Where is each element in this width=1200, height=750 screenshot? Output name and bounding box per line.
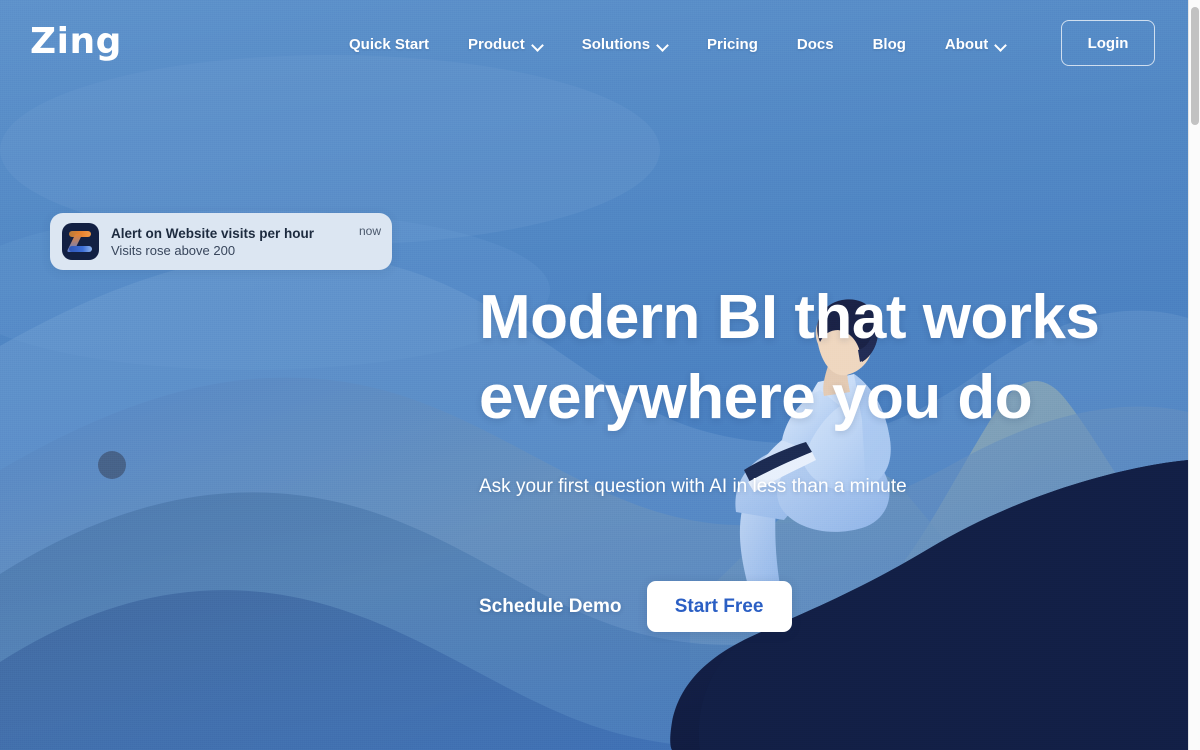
nav-label: Pricing bbox=[707, 36, 758, 53]
brand-logo[interactable]: Zing bbox=[30, 20, 122, 64]
chevron-down-icon bbox=[995, 40, 1006, 51]
notification-body: Alert on Website visits per hour Visits … bbox=[99, 225, 359, 259]
hero-copy: Modern BI that works everywhere you do A… bbox=[479, 278, 1139, 500]
notification-toast[interactable]: Alert on Website visits per hour Visits … bbox=[50, 213, 392, 270]
nav-label: Product bbox=[468, 36, 525, 53]
nav-item-solutions[interactable]: Solutions bbox=[582, 31, 668, 58]
notification-title: Alert on Website visits per hour bbox=[111, 225, 315, 241]
notification-subtitle: Visits rose above 200 bbox=[111, 242, 236, 258]
nav-item-product[interactable]: Product bbox=[468, 31, 543, 58]
chevron-down-icon bbox=[532, 40, 543, 51]
headline-line-1: Modern BI that works bbox=[479, 283, 1100, 352]
nav-label: About bbox=[944, 36, 989, 53]
nav-label: Solutions bbox=[581, 36, 651, 53]
login-button[interactable]: Login bbox=[1061, 20, 1155, 66]
top-navigation-bar: Zing Quick Start Product Solutions Prici… bbox=[0, 0, 1188, 85]
start-free-button[interactable]: Start Free bbox=[646, 581, 792, 632]
hero-cta-row: Schedule Demo Start Free bbox=[479, 581, 792, 632]
nav-item-about[interactable]: About bbox=[945, 31, 1006, 58]
headline-line-2: everywhere you do bbox=[479, 363, 1033, 432]
schedule-demo-link[interactable]: Schedule Demo bbox=[479, 596, 622, 618]
nav-label: Quick Start bbox=[349, 36, 430, 53]
chevron-down-icon bbox=[657, 40, 668, 51]
icon-z-bottom-bar bbox=[69, 246, 92, 252]
scrollbar-thumb[interactable] bbox=[1191, 7, 1199, 125]
notification-timestamp: now bbox=[358, 224, 381, 238]
nav-item-docs[interactable]: Docs bbox=[797, 31, 834, 58]
nav-label: Docs bbox=[796, 36, 834, 53]
page-title: Modern BI that works everywhere you do bbox=[479, 278, 1139, 438]
nav-item-blog[interactable]: Blog bbox=[873, 31, 906, 58]
main-nav: Quick Start Product Solutions Pricing Do… bbox=[349, 31, 1006, 58]
hero-subheadline: Ask your first question with AI in less … bbox=[479, 476, 907, 497]
nav-item-pricing[interactable]: Pricing bbox=[707, 31, 758, 58]
nav-label: Blog bbox=[872, 36, 906, 53]
decorative-stone bbox=[98, 451, 126, 479]
vertical-scrollbar[interactable] bbox=[1188, 0, 1200, 750]
nav-item-quick-start[interactable]: Quick Start bbox=[349, 31, 429, 58]
zing-app-icon bbox=[62, 223, 99, 260]
browser-viewport: Zing Quick Start Product Solutions Prici… bbox=[0, 0, 1200, 750]
